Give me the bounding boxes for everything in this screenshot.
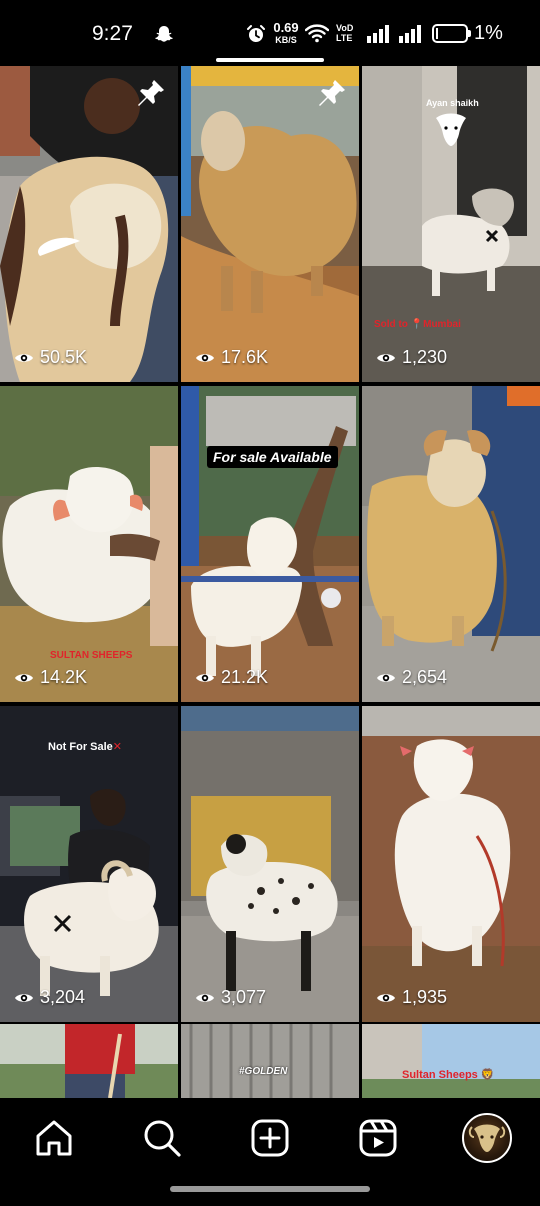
- view-count-text: 3,204: [40, 987, 86, 1007]
- network-speed-value: 0.69: [273, 20, 299, 35]
- reel-tile[interactable]: Sultan Sheeps 🦁: [362, 1024, 540, 1098]
- view-count: 14.2K: [14, 667, 87, 688]
- overlay-caption: Sultan Sheeps 🦁: [402, 1069, 495, 1081]
- reel-tile[interactable]: SULTAN SHEEPS 14.2K: [0, 386, 178, 702]
- view-count: 3,077: [195, 987, 266, 1008]
- create-icon[interactable]: [248, 1116, 292, 1160]
- view-count: 3,204: [14, 987, 85, 1008]
- home-icon[interactable]: [32, 1116, 76, 1160]
- search-icon[interactable]: [140, 1116, 184, 1160]
- view-count-text: 2,654: [402, 667, 448, 687]
- reel-thumbnail: [0, 66, 178, 382]
- volte-indicator: VoD LTE: [336, 23, 360, 43]
- wifi-icon: [305, 24, 329, 43]
- profile-avatar[interactable]: [462, 1113, 512, 1163]
- volte-line2-prefix: D: [346, 23, 354, 33]
- goat-logo-icon: [436, 113, 466, 146]
- status-bar: 9:27 0.69 KB/S VoD LTE 1%: [0, 0, 540, 66]
- reel-tile[interactable]: 2,654: [362, 386, 540, 702]
- for-sale-label: For sale Available: [213, 449, 332, 465]
- profile-logo-icon: [468, 1124, 506, 1152]
- eye-icon: [377, 993, 395, 1002]
- overlay-caption-top: Ayan shaikh: [426, 98, 479, 108]
- view-count-text: 1,935: [402, 987, 448, 1007]
- snapchat-icon: [155, 26, 173, 42]
- view-count-text: 21.2K: [221, 667, 269, 687]
- eye-icon: [15, 993, 33, 1002]
- gesture-home-bar[interactable]: [170, 1186, 370, 1192]
- reel-tile[interactable]: Ayan shaikh Sold to 📍Mumbai 1,230: [362, 66, 540, 382]
- view-count: 2,654: [376, 667, 447, 688]
- reel-thumbnail: [362, 1024, 540, 1098]
- volte-line2: LTE: [336, 33, 353, 43]
- overlay-caption-top: Not For Sale✕: [48, 740, 122, 753]
- eye-icon: [15, 353, 33, 362]
- view-count-text: 1,230: [402, 347, 448, 367]
- eye-icon: [196, 993, 214, 1002]
- overlay-caption-top: For sale Available: [207, 446, 338, 468]
- pin-icon: [138, 80, 164, 106]
- battery-icon: [432, 24, 471, 43]
- reel-tile[interactable]: [0, 1024, 178, 1098]
- eye-icon: [377, 673, 395, 682]
- reel-tile[interactable]: #GOLDEN: [181, 1024, 359, 1098]
- not-for-sale-label: Not For Sale: [48, 741, 113, 753]
- reel-tile[interactable]: 3,077: [181, 706, 359, 1022]
- view-count: 1,230: [376, 347, 447, 368]
- view-count-text: 3,077: [221, 987, 267, 1007]
- reels-icon[interactable]: [356, 1116, 400, 1160]
- reel-tile[interactable]: 17.6K: [181, 66, 359, 382]
- view-count-text: 50.5K: [40, 347, 88, 367]
- reel-thumbnail: [181, 66, 359, 382]
- view-count-text: 17.6K: [221, 347, 269, 367]
- reel-thumbnail: [181, 706, 359, 1022]
- battery-percent: 1%: [474, 22, 503, 44]
- reel-thumbnail: [362, 386, 540, 702]
- view-count: 21.2K: [195, 667, 268, 688]
- view-count: 1,935: [376, 987, 447, 1008]
- pin-icon: [319, 80, 345, 106]
- tab-indicator: [216, 58, 324, 62]
- network-speed: 0.69 KB/S: [271, 21, 301, 45]
- alarm-icon: [247, 25, 265, 42]
- reel-thumbnail: [181, 386, 359, 702]
- reel-tile[interactable]: 50.5K: [0, 66, 178, 382]
- reel-tile[interactable]: For sale Available 21.2K: [181, 386, 359, 702]
- reel-tile[interactable]: Not For Sale✕ 3,204: [0, 706, 178, 1022]
- view-count-text: 14.2K: [40, 667, 88, 687]
- view-count: 50.5K: [14, 347, 87, 368]
- status-time: 9:27: [92, 22, 133, 45]
- reel-thumbnail: [0, 1024, 178, 1098]
- view-count: 17.6K: [195, 347, 268, 368]
- signal-icon: [367, 25, 389, 43]
- eye-icon: [196, 673, 214, 682]
- network-speed-unit: KB/S: [275, 35, 297, 45]
- reel-thumbnail: [362, 706, 540, 1022]
- cross-mark-icon: ✕: [112, 741, 123, 753]
- eye-icon: [15, 673, 33, 682]
- reels-grid: 50.5K 17.6K Ayan shaikh Sold to 📍Mumbai …: [0, 66, 540, 1098]
- overlay-caption-bottom: SULTAN SHEEPS: [50, 650, 133, 661]
- overlay-caption: #GOLDEN: [239, 1066, 288, 1077]
- reel-thumbnail: [181, 1024, 359, 1098]
- reel-tile[interactable]: 1,935: [362, 706, 540, 1022]
- eye-icon: [196, 353, 214, 362]
- overlay-caption-bottom: Sold to 📍Mumbai: [374, 319, 461, 330]
- signal-icon-2: [399, 25, 421, 43]
- eye-icon: [377, 353, 395, 362]
- reel-thumbnail: [0, 706, 178, 1022]
- volte-line1: Vo: [336, 23, 347, 33]
